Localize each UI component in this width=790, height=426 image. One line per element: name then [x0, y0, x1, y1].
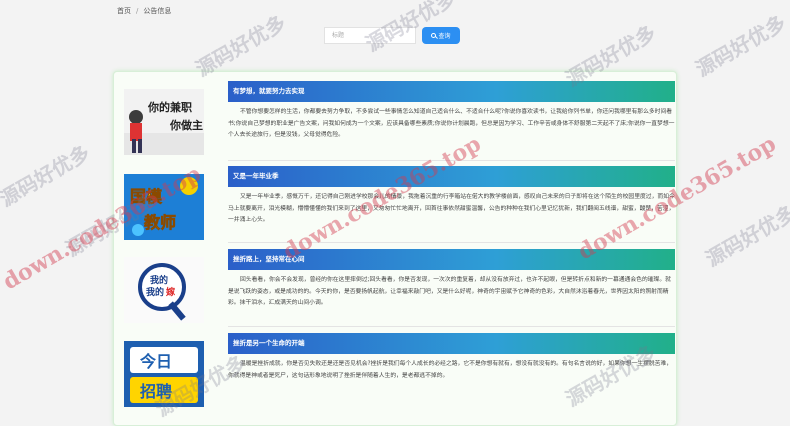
thumb-text: 你做主 — [169, 118, 203, 132]
search-input[interactable] — [324, 27, 416, 44]
breadcrumb: 首页 / 公告信息 — [117, 6, 171, 16]
thumb-text: 我的 — [150, 274, 168, 286]
article-thumbnail[interactable]: 你的兼职 你做主 — [124, 89, 204, 155]
thumb-text: 嫁 — [165, 286, 175, 298]
article-excerpt: 温暖是挫折成就，你是否见失败还是还是否见机会?挫折是我们每个人成长的必经之路，它… — [228, 361, 673, 379]
search-icon — [431, 33, 437, 38]
search-button-label: 查询 — [438, 33, 451, 40]
breadcrumb-current: 公告信息 — [143, 7, 172, 15]
breadcrumb-home[interactable]: 首页 — [117, 6, 131, 16]
list-item[interactable]: 国模 教师 又是一年毕业季 又是一年毕业季，感慨万千，还记得自己刚进学校那会儿的… — [124, 166, 675, 240]
article-excerpt: 又是一年毕业季，感慨万千，还记得自己刚进学校那会儿的情景，我拖着沉重的行李箱站在… — [228, 194, 675, 223]
article-title[interactable]: 有梦想，就要努力去实现 — [228, 81, 675, 102]
breadcrumb-separator: / — [136, 7, 139, 15]
article-excerpt: 不管你想要怎样的生活，你都要去努力争取，不多尝试一些事情怎么知道自己适合什么、不… — [228, 109, 675, 138]
announcement-list: 你的兼职 你做主 有梦想，就要努力去实现 不管你想要怎样的生活，你都要去努力争取… — [113, 71, 677, 426]
divider — [228, 242, 675, 243]
list-item[interactable]: 今日 招聘 挫折是另一个生命的开端 温暖是挫折成就，你是否见失败还是还是否见机会… — [124, 333, 675, 407]
article-title[interactable]: 挫折是另一个生命的开端 — [228, 333, 675, 354]
thumb-text: 我的 — [146, 286, 164, 298]
thumb-text: 国模 — [130, 187, 163, 206]
search-bar: 查询 — [324, 27, 460, 44]
article-thumbnail[interactable]: 我的 我的 嫁 — [124, 257, 204, 323]
search-button[interactable]: 查询 — [422, 27, 460, 44]
watermark-text: 源码好优多 — [701, 200, 790, 272]
divider — [228, 326, 675, 327]
article-title[interactable]: 又是一年毕业季 — [228, 166, 675, 187]
article-title[interactable]: 挫折路上，坚持常在心间 — [228, 249, 675, 270]
thumb-text: 招聘 — [140, 382, 172, 401]
article-thumbnail[interactable]: 国模 教师 — [124, 174, 204, 240]
list-item[interactable]: 你的兼职 你做主 有梦想，就要努力去实现 不管你想要怎样的生活，你都要去努力争取… — [124, 81, 675, 155]
article-thumbnail[interactable]: 今日 招聘 — [124, 341, 204, 407]
watermark-text: 源码好优多 — [0, 140, 95, 212]
thumb-text: 你的兼职 — [147, 100, 192, 114]
thumb-text: 今日 — [139, 352, 172, 371]
divider — [228, 160, 675, 161]
thumb-text: 教师 — [144, 213, 176, 232]
article-excerpt: 回头看看，你会不会发现，曾经的你在这里摔倒过;回头看看，你是否发现，一次次的重复… — [228, 277, 671, 306]
watermark-text: 源码好优多 — [691, 10, 790, 82]
list-item[interactable]: 我的 我的 嫁 挫折路上，坚持常在心间 回头看看，你会不会发现，曾经的你在这里摔… — [124, 249, 675, 323]
